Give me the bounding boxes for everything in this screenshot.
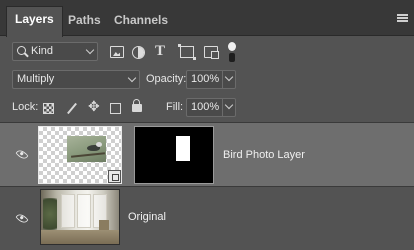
filter-toggle-track[interactable] (229, 53, 235, 62)
filter-kind-select[interactable]: Kind (12, 42, 98, 61)
tab-channels[interactable]: Channels (106, 8, 176, 36)
smart-object-filter-icon[interactable] (204, 46, 219, 59)
branch-shape (70, 152, 106, 158)
layer-thumbnail[interactable] (40, 189, 120, 245)
eye-icon[interactable] (15, 147, 29, 162)
lock-row: Lock: ✥ Fill: 100% (0, 94, 414, 120)
lock-image-pixels-icon[interactable] (66, 103, 77, 114)
bird-icon (87, 142, 102, 151)
mask-white-area (176, 136, 190, 161)
smart-object-badge-icon (108, 170, 121, 183)
fill-value: 100% (191, 101, 220, 113)
search-icon (17, 46, 26, 55)
tab-layers[interactable]: Layers (6, 6, 63, 37)
panel-tab-bar: Layers Paths Channels (0, 0, 414, 37)
opacity-value: 100% (191, 73, 220, 85)
pixel-layer-filter-icon[interactable] (110, 46, 124, 58)
lock-label: Lock: (12, 101, 39, 113)
layer-row[interactable]: Bird Photo Layer (0, 123, 414, 187)
fill-label: Fill: (166, 101, 184, 113)
filter-kind-label: Kind (31, 45, 54, 57)
window-pane (77, 194, 91, 228)
layer-mask-thumbnail[interactable] (134, 126, 214, 184)
blend-mode-value: Multiply (17, 73, 55, 85)
shape-layer-filter-icon[interactable] (178, 44, 196, 60)
fill-dropdown-button[interactable] (222, 98, 236, 117)
lock-artboard-icon[interactable] (110, 103, 121, 114)
eye-icon[interactable] (15, 211, 29, 226)
bird-photo-thumbnail (67, 136, 106, 162)
chevron-down-icon (85, 45, 95, 55)
blend-mode-select[interactable]: Multiply (12, 70, 140, 89)
type-layer-filter-icon[interactable]: T (155, 44, 169, 59)
window-pane (61, 194, 75, 228)
chevron-down-icon (127, 73, 137, 83)
layer-name[interactable]: Bird Photo Layer (223, 149, 305, 161)
panel-menu-icon[interactable] (397, 14, 408, 22)
lock-transparent-pixels-icon[interactable] (43, 103, 54, 114)
opacity-dropdown-button[interactable] (222, 70, 236, 89)
chevron-down-icon (224, 100, 234, 110)
blend-row: Multiply Opacity: 100% (0, 66, 414, 92)
lock-all-icon[interactable] (132, 99, 142, 112)
chevron-down-icon (224, 72, 234, 82)
floor-shape (41, 230, 119, 244)
lock-position-icon[interactable]: ✥ (88, 99, 100, 113)
opacity-label: Opacity: (146, 73, 187, 85)
layers-list: Bird Photo Layer Original (0, 122, 414, 250)
adjustment-layer-filter-icon[interactable] (132, 46, 145, 59)
filter-toggle-icon[interactable] (228, 42, 236, 51)
filter-row: Kind T (0, 37, 414, 65)
tab-paths[interactable]: Paths (60, 8, 109, 36)
layer-name[interactable]: Original (128, 211, 166, 223)
layer-thumbnail[interactable] (38, 126, 122, 184)
layer-row[interactable]: Original (0, 187, 414, 250)
